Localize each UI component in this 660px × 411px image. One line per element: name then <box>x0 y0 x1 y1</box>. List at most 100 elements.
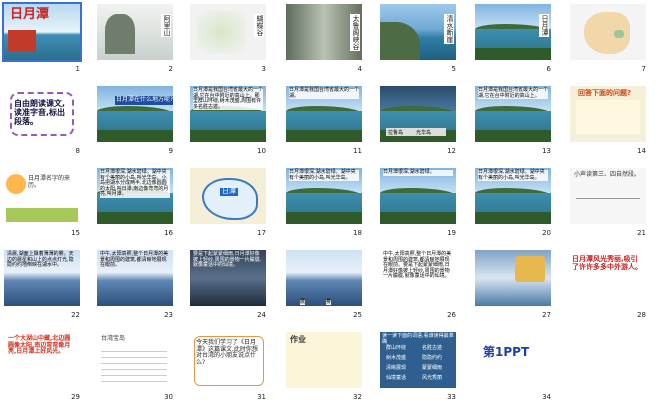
slide-caption: 清水断崖 <box>444 14 454 44</box>
trees <box>97 211 173 224</box>
slide-number: 31 <box>257 393 266 401</box>
slide-number: 7 <box>641 65 646 73</box>
slide-text: 日月潭很深,湖水碧绿。 <box>383 169 453 176</box>
slide-text: 台湾宝岛 <box>101 335 126 342</box>
slide-thumbnail[interactable] <box>570 4 646 60</box>
word: 仙境童话 <box>386 375 407 381</box>
slide-number: 3 <box>261 65 266 73</box>
slide-thumbnail[interactable]: 日月潭是我国台湾省最大的一个湖,它在台中附近的高山上。 <box>475 86 551 142</box>
mountain <box>105 14 135 54</box>
slide-number: 2 <box>168 65 173 73</box>
slide-number: 18 <box>353 229 362 237</box>
slide-number: 25 <box>353 311 362 319</box>
slide-thumbnail[interactable]: 日潭 <box>190 168 266 224</box>
slide-text: 今天我们学习了《日月潭》这篇课文,此时你想对台湾的小朋友说点什么? <box>196 339 258 366</box>
slide-thumbnail[interactable]: 第1PPT <box>475 332 551 388</box>
slide-thumbnail[interactable]: 阿里山 <box>97 4 173 60</box>
cliff <box>380 22 420 60</box>
slide-thumbnail[interactable]: 太鲁阁峡谷 <box>286 4 362 60</box>
slide-number: 9 <box>168 147 173 155</box>
slide-text: 日月潭很深,湖水碧绿。湖中央有个美丽的小岛,叫光华岛。小岛把湖水分成两半,北边像… <box>100 169 170 198</box>
slide-thumbnail[interactable]: 中午,太阳高照,整个日月潭的美景和周围的建筑,都清晰地展现在眼前。要是下起蒙蒙细… <box>380 250 456 306</box>
slide-thumbnail[interactable]: 今天我们学习了《日月潭》这篇课文,此时你想对台湾的小朋友说点什么? <box>190 332 266 388</box>
word: 隐隐约约 <box>422 355 443 361</box>
slide-number: 28 <box>637 311 646 319</box>
slide-title: 日月潭 <box>10 7 50 22</box>
slide-thumbnail[interactable]: 中午,太阳高照,整个日月潭的美景和周围的建筑,都清晰地展现在眼前。 <box>97 250 173 306</box>
slide-text: 日月潭是我国台湾省最大的一个湖。 <box>289 87 360 99</box>
word: 风光秀丽 <box>422 375 443 381</box>
trees <box>286 129 362 142</box>
map-region <box>614 30 624 38</box>
slide-thumbnail[interactable]: 晨雾 <box>286 250 362 306</box>
slide-number: 17 <box>257 229 266 237</box>
slide-text: 日月潭很深,湖水碧绿。湖中央有个美丽的小岛,叫光华岛。 <box>478 169 548 181</box>
slide-sorter-grid: 日月潭 1 阿里山 2 蝴蝶谷 3 太鲁阁峡谷 4 清水断崖 5 日月潭 6 7 自由朗读课文,读准字音,… <box>0 0 660 411</box>
slide-number: 27 <box>542 311 551 319</box>
slide-thumbnail[interactable]: 清水断崖 <box>380 4 456 60</box>
slide-thumbnail[interactable]: 自由朗读课文,读准字音,标出段落。 <box>4 86 80 142</box>
slide-text: 清晨,湖面上飘着薄薄的雾。天边的晨星和山上的点点灯光,隐隐约约地倒映在湖水中。 <box>7 251 74 268</box>
slide-thumbnail[interactable]: 小声读第三、四自然段。 <box>570 168 646 224</box>
slide-number: 8 <box>75 147 80 155</box>
slide-number: 19 <box>447 229 456 237</box>
slide-thumbnail[interactable]: 台湾宝岛 <box>97 332 173 388</box>
slide-number: 33 <box>447 393 456 401</box>
slide-caption: 阿里山 <box>161 14 171 37</box>
slide-number: 11 <box>353 147 362 155</box>
slide-number: 30 <box>164 393 173 401</box>
slide-thumbnail[interactable]: 回答下面的问题? <box>570 86 646 142</box>
word: 树木茂盛 <box>386 355 407 361</box>
slide-title: 作业 <box>290 335 306 344</box>
slide-thumbnail[interactable]: 日月潭很深,湖水碧绿。湖中央有个美丽的小岛,叫光华岛。小岛把湖水分成两半,北边像… <box>97 168 173 224</box>
slide-thumbnail[interactable]: 日月潭在什么地方呢? <box>97 86 173 142</box>
slide-title: 读一读下面的词语,看谁读得最准确 <box>382 333 454 345</box>
slide-thumbnail[interactable]: 拉鲁岛 光华岛 <box>380 86 456 142</box>
slide-thumbnail[interactable] <box>475 250 551 306</box>
slide-thumbnail[interactable]: 日月潭名字的来历。 <box>4 168 80 224</box>
slide-number: 6 <box>546 65 551 73</box>
slide-text: 中午,太阳高照,整个日月潭的美景和周围的建筑,都清晰地展现在眼前。 <box>100 251 169 268</box>
slide-thumbnail[interactable]: 读一读下面的词语,看谁读得最准确 群山环绕 名胜古迹 树木茂盛 隐隐约约 清晰展现 蒙蒙细雨… <box>380 332 456 388</box>
slide-number: 22 <box>71 311 80 319</box>
slide-text: 日月潭是我国台湾省最大的一个湖,它在台中附近的高山上。 <box>478 87 549 99</box>
scene-label: 雾 <box>326 298 332 305</box>
slide-thumbnail[interactable]: 日月潭是我国台湾省最大的一个湖。 <box>286 86 362 142</box>
slide-thumbnail[interactable]: 日月潭很深,湖水碧绿。湖中央有个美丽的小岛,叫光华岛。 <box>286 168 362 224</box>
slide-number: 24 <box>257 311 266 319</box>
slide-number: 13 <box>542 147 551 155</box>
slide-number: 5 <box>451 65 456 73</box>
slide-title: 回答下面的问题? <box>578 89 632 97</box>
slide-text: 日月潭名字的来历。 <box>28 175 71 189</box>
slide-thumbnail[interactable]: 日月潭风光秀丽,吸引了许许多多中外游人。 <box>570 250 646 306</box>
cartoon <box>6 174 26 194</box>
slide-thumbnail[interactable]: 清晨,湖面上飘着薄薄的雾。天边的晨星和山上的点点灯光,隐隐约约地倒映在湖水中。 <box>4 250 80 306</box>
slide-number: 14 <box>637 147 646 155</box>
slide-caption: 日月潭 <box>539 14 549 37</box>
slide-thumbnail[interactable]: 日月潭 <box>2 2 82 62</box>
trees <box>286 211 362 224</box>
slide-thumbnail[interactable]: 日月潭很深,湖水碧绿。 <box>380 168 456 224</box>
slide-thumbnail[interactable]: 要是下起蒙蒙细雨,日月潭好像披上轻纱,周围的景物一片朦胧,就像童话中的仙境。 <box>190 250 266 306</box>
slide-number: 21 <box>637 229 646 237</box>
slide-thumbnail[interactable]: 日月潭很深,湖水碧绿。湖中央有个美丽的小岛,叫光华岛。 <box>475 168 551 224</box>
slide-thumbnail[interactable]: 作业 <box>286 332 362 388</box>
photo <box>515 256 545 282</box>
slide-title: 第1PPT <box>483 345 530 359</box>
slide-text: 日月潭在什么地方呢? <box>115 96 173 105</box>
slide-thumbnail[interactable]: 蝴蝶谷 <box>190 4 266 60</box>
slide-thumbnail[interactable]: 一个大湖山中藏,北边圆圆像太阳,南边弯弯像月亮,日月潭上好风光。 <box>4 332 80 388</box>
slide-number: 1 <box>75 65 80 73</box>
slide-thumbnail[interactable]: 日月潭是我国台湾省最大的一个湖,它在台中附近的高山上。那里群山环绕,树木茂盛,周… <box>190 86 266 142</box>
slide-number: 20 <box>542 229 551 237</box>
slide-title: 小声读第三、四自然段。 <box>574 171 641 178</box>
word: 群山环绕 <box>386 345 407 351</box>
slide-text: 一个大湖山中藏,北边圆圆像太阳,南边弯弯像月亮,日月潭上好风光。 <box>8 335 71 356</box>
word: 蒙蒙细雨 <box>422 365 443 371</box>
word: 名胜古迹 <box>422 345 443 351</box>
slide-number: 4 <box>357 65 362 73</box>
slide-caption: 太鲁阁峡谷 <box>350 14 360 51</box>
slide-thumbnail[interactable]: 日月潭 <box>475 4 551 60</box>
slide-text: 日月潭是我国台湾省最大的一个湖,它在台中附近的高山上。那里群山环绕,树木茂盛,周… <box>193 87 264 110</box>
trees <box>380 211 456 224</box>
